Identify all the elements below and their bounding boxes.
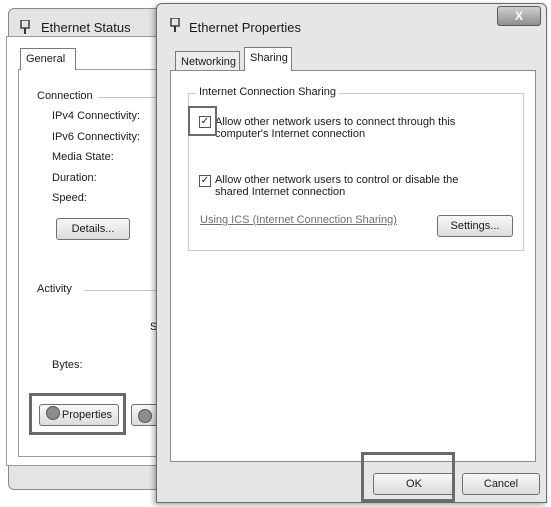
highlight-ok — [361, 452, 455, 502]
activity-divider — [84, 290, 158, 291]
media-state-label: Media State: — [52, 151, 114, 163]
ics-group-title: Internet Connection Sharing — [196, 86, 339, 98]
allow-control-label-line1: Allow other network users to control or … — [215, 174, 459, 186]
tab-networking-label: Networking — [181, 56, 237, 68]
tab-general-label: General — [26, 53, 66, 65]
checkmark-icon: ✓ — [200, 175, 210, 186]
network-adapter-icon — [170, 18, 180, 32]
tab-sharing[interactable]: Sharing — [244, 47, 292, 71]
connection-section-label: Connection — [37, 90, 97, 102]
activity-section-label: Activity — [37, 283, 76, 295]
bytes-label: Bytes: — [52, 359, 83, 371]
ipv6-connectivity-label: IPv6 Connectivity: — [52, 131, 141, 143]
settings-button[interactable]: Settings... — [437, 215, 513, 237]
shield-icon — [138, 409, 152, 423]
tab-networking[interactable]: Networking — [175, 51, 240, 70]
highlight-properties — [29, 393, 126, 435]
tab-sharing-label: Sharing — [250, 52, 288, 64]
connection-divider — [98, 97, 158, 98]
speed-label: Speed: — [52, 192, 87, 204]
allow-control-checkbox[interactable]: ✓ — [199, 175, 211, 187]
allow-connect-label-line2: computer's Internet connection — [215, 128, 366, 140]
cancel-button[interactable]: Cancel — [462, 473, 540, 495]
allow-connect-label-line1: Allow other network users to connect thr… — [215, 116, 456, 128]
close-button[interactable]: X — [497, 6, 541, 26]
status-window-title: Ethernet Status — [41, 20, 131, 35]
properties-window-title: Ethernet Properties — [189, 20, 302, 35]
tab-general[interactable]: General — [20, 48, 76, 70]
allow-control-label-line2: shared Internet connection — [215, 186, 346, 198]
ics-help-link[interactable]: Using ICS (Internet Connection Sharing) — [200, 214, 397, 226]
close-icon: X — [514, 9, 523, 23]
highlight-allow-connect — [188, 106, 217, 136]
ipv4-connectivity-label: IPv4 Connectivity: — [52, 110, 141, 122]
details-button[interactable]: Details... — [56, 218, 130, 240]
network-adapter-icon — [20, 20, 30, 34]
duration-label: Duration: — [52, 172, 97, 184]
